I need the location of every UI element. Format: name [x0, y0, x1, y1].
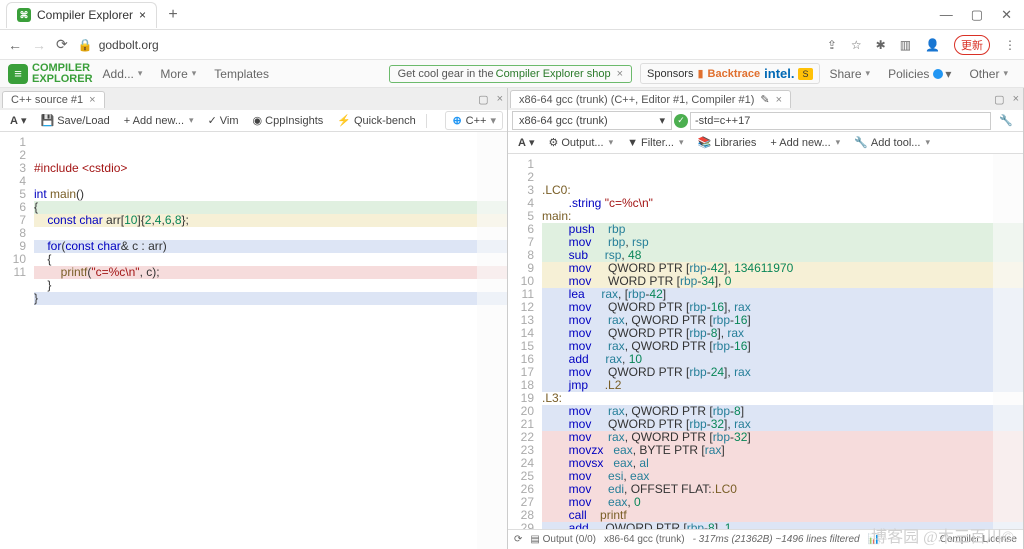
promo-prefix: Get cool gear in the	[398, 68, 494, 80]
promo-close-icon[interactable]: ×	[617, 68, 623, 80]
close-icon[interactable]: ×	[776, 94, 782, 106]
window-controls: — ▢ ✕	[940, 7, 1018, 23]
sponsor-intel: intel.	[764, 66, 794, 81]
filter-button[interactable]: ▼Filter...	[621, 135, 689, 151]
promo-link[interactable]: Compiler Explorer shop	[496, 68, 611, 80]
asm-tab[interactable]: x86-64 gcc (trunk) (C++, Editor #1, Comp…	[510, 90, 791, 108]
add-new-button[interactable]: + Add new...	[764, 135, 846, 151]
menu-add[interactable]: Add...	[95, 67, 151, 81]
new-tab-button[interactable]: +	[163, 6, 183, 24]
source-editor[interactable]: 1234567891011 #include <cstdio>int main(…	[0, 132, 507, 549]
source-code[interactable]: #include <cstdio>int main(){ const char …	[34, 132, 507, 549]
extensions-icon[interactable]: ✱	[876, 38, 886, 52]
source-toolbar: A▾ 💾Save/Load + Add new... ✓Vim ◉CppInsi…	[0, 110, 507, 132]
add-tool-button[interactable]: 🔧Add tool...	[848, 134, 936, 151]
menu-more[interactable]: More	[152, 67, 204, 81]
lock-icon: 🔒	[78, 38, 93, 52]
close-pane-icon[interactable]: ×	[1013, 93, 1019, 106]
address-actions: ⇪ ☆ ✱ ▥ 👤 更新 ⋮	[827, 35, 1016, 55]
sponsors-box[interactable]: Sponsors ▮ Backtrace intel. S	[640, 63, 820, 84]
close-pane-icon[interactable]: ×	[497, 93, 503, 106]
add-new-button[interactable]: + Add new...	[118, 113, 200, 129]
maximize-pane-icon[interactable]: ▢	[994, 93, 1004, 106]
promo-banner[interactable]: Get cool gear in the Compiler Explorer s…	[389, 65, 632, 83]
compiler-row: x86-64 gcc (trunk)▾ ✓ 🔧	[508, 110, 1023, 132]
minimap[interactable]	[993, 154, 1023, 529]
asm-tab-label: x86-64 gcc (trunk) (C++, Editor #1, Comp…	[519, 94, 754, 106]
vim-button[interactable]: ✓Vim	[202, 112, 245, 129]
asm-code[interactable]: .LC0: .string "c=%c\n"main: push rbp mov…	[542, 154, 1023, 529]
reload-icon[interactable]: ⟳	[514, 534, 522, 545]
close-icon[interactable]: ×	[89, 94, 95, 106]
split-container: C++ source #1 × ▢ × A▾ 💾Save/Load + Add …	[0, 88, 1024, 549]
libraries-button[interactable]: 📚Libraries	[692, 134, 763, 151]
maximize-pane-icon[interactable]: ▢	[478, 93, 488, 106]
source-gutter: 1234567891011	[0, 132, 34, 549]
asm-pane-tabs: x86-64 gcc (trunk) (C++, Editor #1, Comp…	[508, 88, 1023, 110]
edit-icon[interactable]: ✎	[760, 93, 769, 106]
graph-icon[interactable]: 📊	[868, 534, 880, 545]
status-ok-icon: ✓	[674, 114, 688, 128]
asm-editor[interactable]: 1234567891011121314151617181920212223242…	[508, 154, 1023, 529]
license-link[interactable]: Compiler License	[940, 534, 1017, 545]
cppinsights-button[interactable]: ◉CppInsights	[247, 112, 330, 129]
output-button[interactable]: ⚙Output...	[542, 134, 619, 151]
sponsor-backtrace: Backtrace	[708, 68, 761, 80]
menu-other[interactable]: Other	[961, 67, 1016, 81]
asm-gutter: 1234567891011121314151617181920212223242…	[508, 154, 542, 529]
close-window-icon[interactable]: ✕	[1001, 7, 1012, 23]
sponsor-badge-icon: S	[798, 68, 812, 80]
compiler-select[interactable]: x86-64 gcc (trunk)▾	[512, 111, 672, 130]
reading-list-icon[interactable]: ▥	[900, 38, 911, 52]
maximize-icon[interactable]: ▢	[971, 7, 983, 23]
quickbench-button[interactable]: ⚡Quick-bench	[331, 112, 421, 129]
asm-status-bar: ⟳ ▤ Output (0/0) x86-64 gcc (trunk) - 31…	[508, 529, 1023, 549]
sponsors-label: Sponsors	[647, 68, 693, 80]
cpp-icon: ⊕	[452, 114, 461, 127]
source-pane-tabs: C++ source #1 × ▢ ×	[0, 88, 507, 110]
menu-templates[interactable]: Templates	[206, 67, 277, 81]
source-tab-label: C++ source #1	[11, 94, 83, 106]
url-text: godbolt.org	[99, 38, 159, 52]
source-pane: C++ source #1 × ▢ × A▾ 💾Save/Load + Add …	[0, 88, 508, 549]
font-button[interactable]: A▾	[512, 134, 540, 151]
output-status[interactable]: ▤ Output (0/0)	[530, 534, 596, 545]
logo[interactable]: ≡ COMPILEREXPLORER	[8, 63, 93, 85]
browser-tab[interactable]: ⌘ Compiler Explorer ×	[6, 2, 157, 28]
language-select[interactable]: ⊕ C++ ▾	[445, 111, 503, 130]
timing-text: - 317ms (21362B) ~1496 lines filtered	[693, 534, 860, 545]
logo-text: COMPILEREXPLORER	[32, 63, 93, 85]
update-button[interactable]: 更新	[954, 35, 990, 55]
menu-policies[interactable]: Policies▾	[880, 67, 959, 81]
wrench-icon[interactable]: 🔧	[993, 112, 1019, 129]
address-bar: ← → ⟳ 🔒 godbolt.org ⇪ ☆ ✱ ▥ 👤 更新 ⋮	[0, 30, 1024, 60]
asm-label: x86-64 gcc (trunk)	[604, 534, 685, 545]
url-field[interactable]: 🔒 godbolt.org	[78, 38, 817, 52]
minimize-icon[interactable]: —	[940, 7, 953, 23]
profile-icon[interactable]: 👤	[925, 38, 940, 52]
dot-icon	[933, 69, 943, 79]
forward-icon[interactable]: →	[32, 37, 46, 53]
reload-icon[interactable]: ⟳	[56, 36, 68, 53]
menu-icon[interactable]: ⋮	[1004, 38, 1016, 52]
source-tab[interactable]: C++ source #1 ×	[2, 91, 105, 108]
star-icon[interactable]: ☆	[851, 38, 862, 52]
tab-title: Compiler Explorer	[37, 8, 133, 22]
asm-pane: x86-64 gcc (trunk) (C++, Editor #1, Comp…	[508, 88, 1024, 549]
minimap[interactable]	[477, 132, 507, 549]
flags-input[interactable]	[690, 112, 991, 130]
share-icon[interactable]: ⇪	[827, 38, 837, 52]
asm-toolbar: A▾ ⚙Output... ▼Filter... 📚Libraries + Ad…	[508, 132, 1023, 154]
menu-share[interactable]: Share	[822, 67, 879, 81]
browser-tabbar: ⌘ Compiler Explorer × +	[6, 0, 183, 29]
save-load-button[interactable]: 💾Save/Load	[34, 112, 115, 129]
app-topbar: ≡ COMPILEREXPLORER Add... More Templates…	[0, 60, 1024, 88]
font-button[interactable]: A▾	[4, 112, 32, 129]
close-icon[interactable]: ×	[139, 8, 146, 22]
logo-icon: ≡	[8, 64, 28, 84]
favicon-icon: ⌘	[17, 8, 31, 22]
back-icon[interactable]: ←	[8, 37, 22, 53]
browser-titlebar: ⌘ Compiler Explorer × + — ▢ ✕	[0, 0, 1024, 30]
